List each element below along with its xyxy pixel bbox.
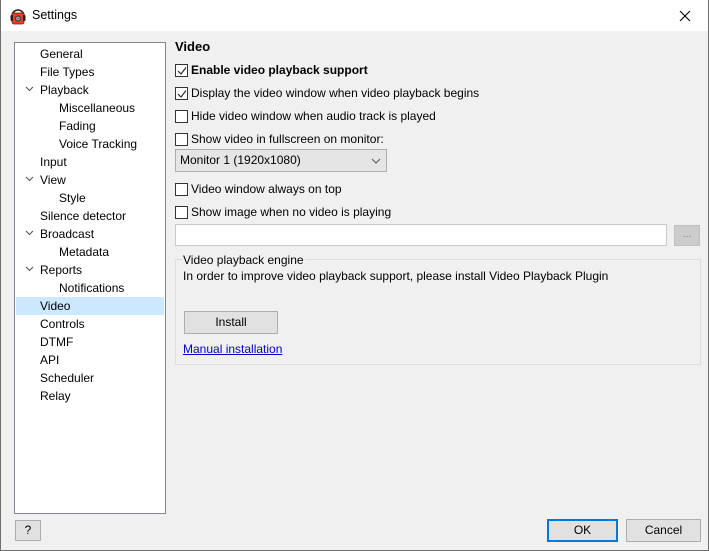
tree-item-label: Scheduler — [40, 371, 95, 385]
tree-item-miscellaneous[interactable]: Miscellaneous — [16, 99, 164, 117]
chevron-down-icon[interactable] — [25, 86, 34, 92]
tree-item-fading[interactable]: Fading — [16, 117, 164, 135]
checkbox-box[interactable] — [175, 183, 188, 196]
checkbox-label: Video window always on top — [191, 182, 342, 196]
tree-item-input[interactable]: Input — [16, 153, 164, 171]
tree-item-label: Video — [40, 299, 71, 313]
groupbox-legend: Video playback engine — [182, 253, 305, 267]
tree-item-reports[interactable]: Reports — [16, 261, 164, 279]
chevron-down-icon[interactable] — [25, 176, 34, 182]
settings-category-tree[interactable]: General File Types Playback Miscellaneous Fa… — [14, 42, 166, 514]
tree-item-controls[interactable]: Controls — [16, 315, 164, 333]
title-bar: Settings — [1, 0, 708, 31]
tree-item-label: Reports — [40, 263, 83, 277]
section-title: Video — [175, 39, 211, 54]
tree-item-view[interactable]: View — [16, 171, 164, 189]
help-button[interactable]: ? — [15, 520, 41, 541]
settings-window: Settings General File Types Playback Miscel… — [0, 0, 709, 551]
checkbox-label: Hide video window when audio track is pl… — [191, 109, 436, 123]
checkbox-box[interactable] — [175, 64, 188, 77]
checkbox-box[interactable] — [175, 133, 188, 146]
tree-item-label: Playback — [40, 83, 89, 97]
close-icon — [679, 10, 691, 21]
tree-item-relay[interactable]: Relay — [16, 387, 164, 405]
tree-item-label: Controls — [40, 317, 85, 331]
tree-item-playback[interactable]: Playback — [16, 81, 164, 99]
tree-item-label: API — [40, 353, 60, 367]
tree-item-metadata[interactable]: Metadata — [16, 243, 164, 261]
monitor-select-value: Monitor 1 (1920x1080) — [180, 153, 301, 167]
browse-button[interactable]: ... — [674, 225, 700, 246]
tree-item-voice-tracking[interactable]: Voice Tracking — [16, 135, 164, 153]
close-button[interactable] — [662, 0, 708, 31]
tree-item-label: DTMF — [40, 335, 74, 349]
checkbox-label: Show image when no video is playing — [191, 205, 392, 219]
tree-item-file-types[interactable]: File Types — [16, 63, 164, 81]
checkbox-label: Enable video playback support — [191, 63, 368, 77]
tree-item-silence-detector[interactable]: Silence detector — [16, 207, 164, 225]
chevron-down-icon[interactable] — [25, 266, 34, 272]
headphones-speaker-icon — [10, 9, 26, 25]
tree-item-label: File Types — [40, 65, 95, 79]
tree-item-label: Silence detector — [40, 209, 127, 223]
tree-item-api[interactable]: API — [16, 351, 164, 369]
tree-item-label: Voice Tracking — [59, 137, 138, 151]
tree-item-notifications[interactable]: Notifications — [16, 279, 164, 297]
tree-item-dtmf[interactable]: DTMF — [16, 333, 164, 351]
tree-item-general[interactable]: General — [16, 45, 164, 63]
cancel-button[interactable]: Cancel — [626, 519, 701, 542]
checkbox-box[interactable] — [175, 87, 188, 100]
checkbox-box[interactable] — [175, 110, 188, 123]
tree-item-video[interactable]: Video — [16, 297, 164, 315]
checkbox-box[interactable] — [175, 206, 188, 219]
tree-item-label: Notifications — [59, 281, 125, 295]
window-title: Settings — [32, 8, 78, 22]
checkbox-label: Show video in fullscreen on monitor: — [191, 132, 384, 146]
chevron-down-icon — [371, 158, 381, 164]
plugin-message: In order to improve video playback suppo… — [183, 269, 609, 283]
tree-item-label: Broadcast — [40, 227, 95, 241]
tree-item-label: Style — [59, 191, 86, 205]
monitor-select[interactable]: Monitor 1 (1920x1080) — [175, 149, 387, 172]
tree-item-label: Miscellaneous — [59, 101, 136, 115]
tree-item-label: General — [40, 47, 83, 61]
tree-item-broadcast[interactable]: Broadcast — [16, 225, 164, 243]
checkmark-icon — [177, 67, 187, 75]
tree-item-label: Fading — [59, 119, 96, 133]
chevron-down-icon[interactable] — [25, 230, 34, 236]
tree-item-scheduler[interactable]: Scheduler — [16, 369, 164, 387]
tree-item-style[interactable]: Style — [16, 189, 164, 207]
image-path-input[interactable] — [175, 224, 667, 246]
tree-item-label: Input — [40, 155, 67, 169]
tree-item-label: Metadata — [59, 245, 110, 259]
manual-installation-link[interactable]: Manual installation — [183, 342, 282, 356]
checkbox-label: Display the video window when video play… — [191, 86, 480, 100]
install-button[interactable]: Install — [184, 311, 278, 334]
tree-item-label: View — [40, 173, 66, 187]
ok-button[interactable]: OK — [547, 519, 618, 542]
checkmark-icon — [177, 90, 187, 98]
tree-item-label: Relay — [40, 389, 71, 403]
